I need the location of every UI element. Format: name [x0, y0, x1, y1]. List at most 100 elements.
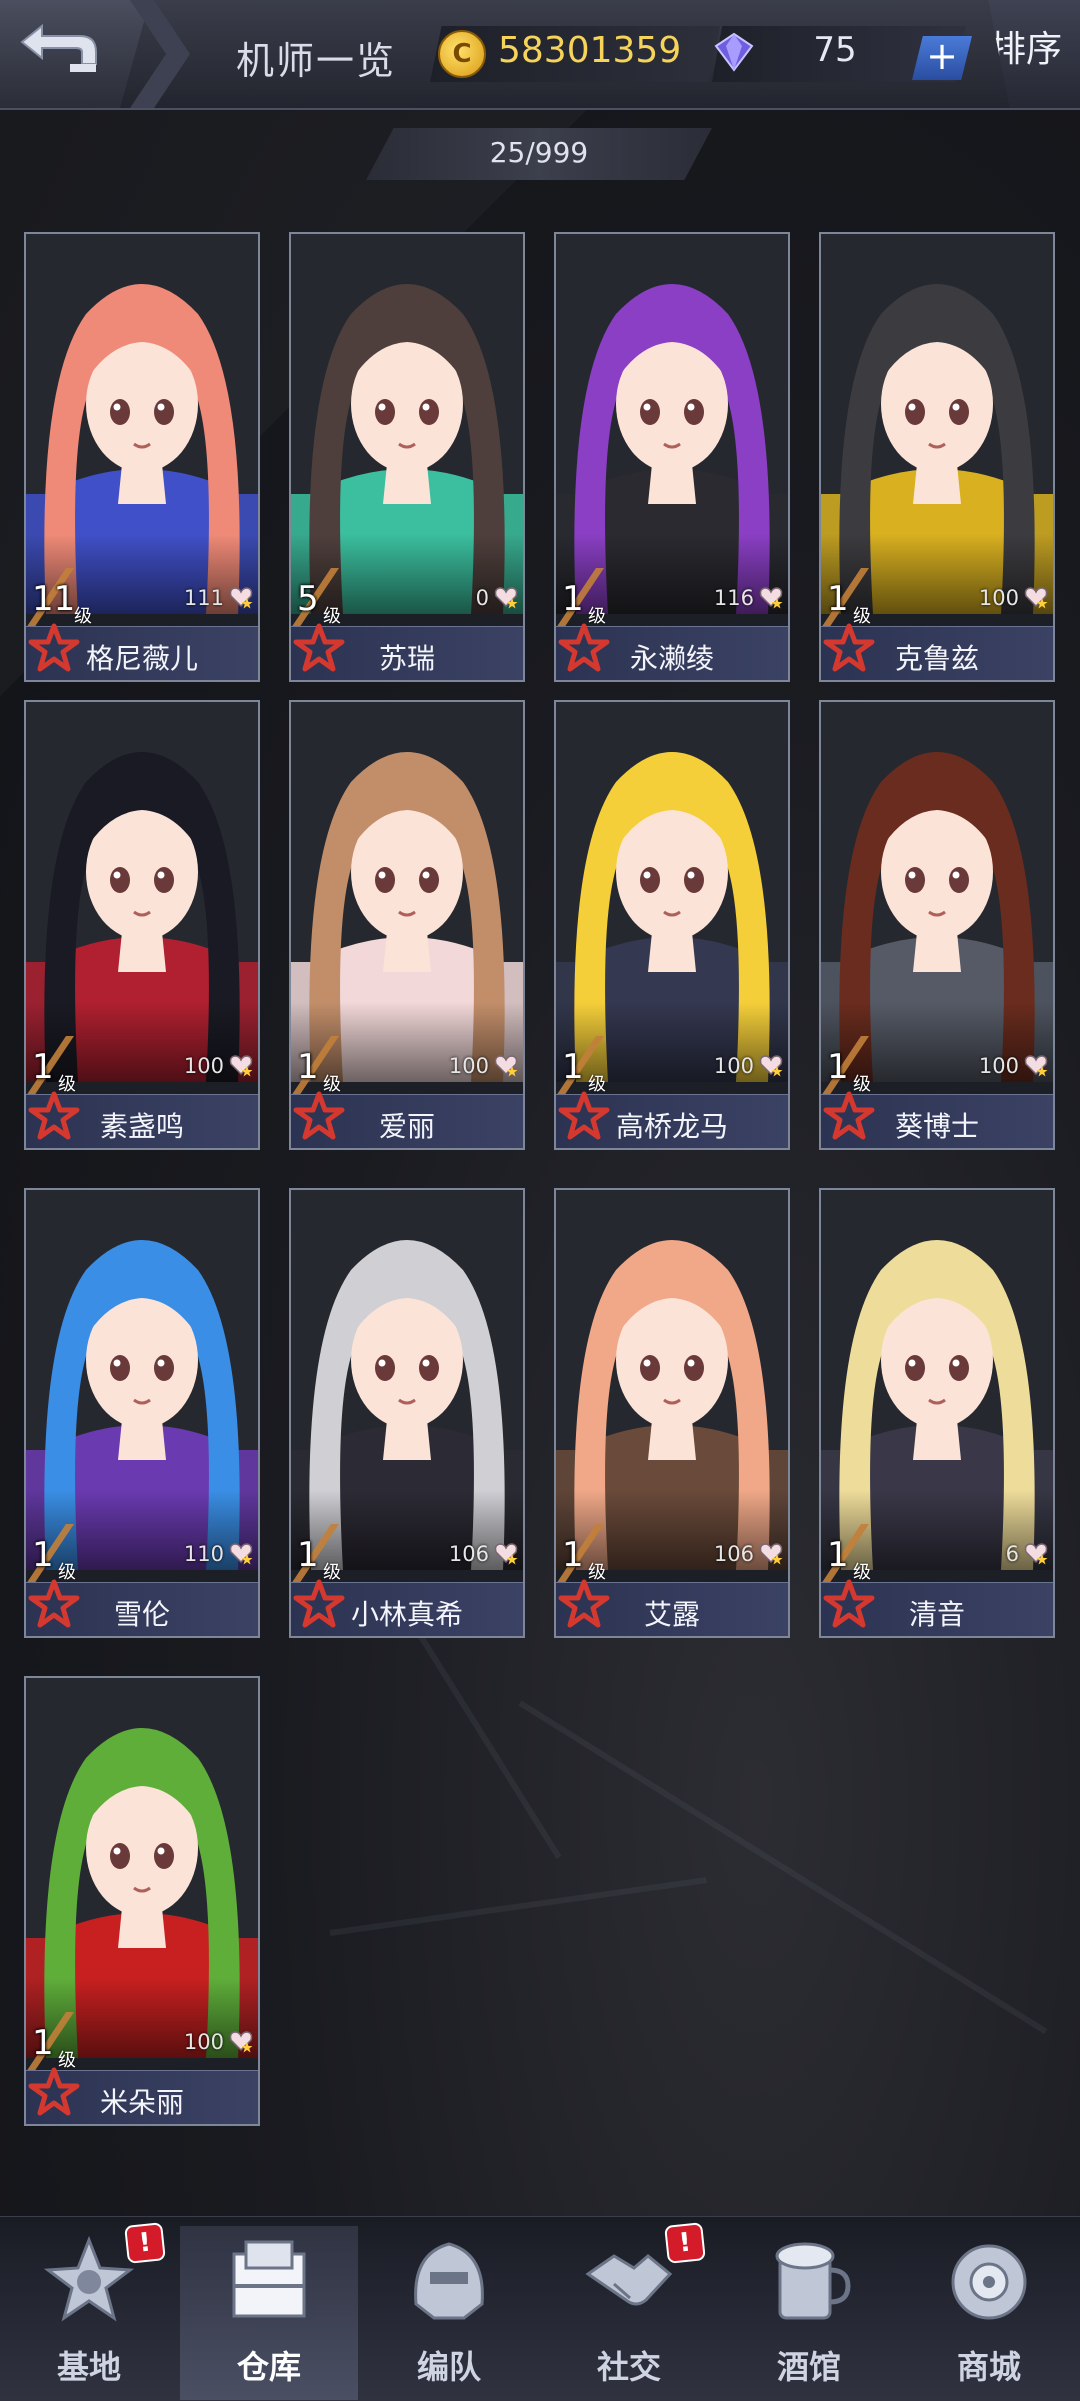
pilot-affection: 100 [183, 1054, 224, 1078]
pilot-affection: 100 [978, 1054, 1019, 1078]
pilot-card[interactable]: 1 级 100 高桥龙马 [554, 700, 790, 1150]
pilot-portrait [291, 1190, 523, 1570]
pilot-level: 1 [32, 1047, 54, 1087]
pilot-card[interactable]: 1 级 6 清音 [819, 1188, 1055, 1638]
star-rank-icon [293, 623, 345, 672]
nav-item[interactable]: 基地! [0, 2224, 178, 2400]
pilot-card[interactable]: 1 级 110 雪伦 [24, 1188, 260, 1638]
pilot-level: 1 [32, 2023, 54, 2063]
affection-heart-icon [229, 1543, 253, 1565]
pilot-card[interactable]: 1 级 100 克鲁兹 [819, 232, 1055, 682]
pilot-affection: 100 [978, 586, 1019, 610]
affection-heart-icon [1024, 1543, 1048, 1565]
nav-label: 仓库 [236, 2348, 301, 2386]
star-rank-icon [558, 1579, 610, 1628]
star-rank-icon [28, 2067, 80, 2116]
gem-balance: 75 [813, 30, 857, 70]
pilot-affection: 106 [448, 1542, 489, 1566]
pilot-card[interactable]: 1 级 100 米朵丽 [24, 1676, 260, 2126]
nav-label: 基地 [56, 2348, 121, 2386]
pilot-card[interactable]: 1 级 106 小林真希 [289, 1188, 525, 1638]
tavern-icon [775, 2242, 851, 2320]
affection-heart-icon [1024, 1055, 1048, 1077]
shop-icon [951, 2244, 1027, 2320]
nav-label: 编队 [416, 2348, 481, 2386]
handshake-icon [585, 2254, 673, 2306]
pilot-portrait [26, 1190, 258, 1570]
pilot-level: 11 [32, 579, 76, 619]
pilot-level: 1 [827, 1047, 849, 1087]
pilot-card[interactable]: 5 级 0 苏瑞 [289, 232, 525, 682]
pilot-level: 1 [562, 1047, 584, 1087]
pilot-affection: 116 [713, 586, 754, 610]
star-rank-icon [558, 623, 610, 672]
pilot-level: 1 [827, 1535, 849, 1575]
warehouse-icon [232, 2240, 306, 2318]
pilot-level: 1 [827, 579, 849, 619]
pilot-affection: 0 [475, 586, 489, 610]
pilot-portrait [26, 702, 258, 1082]
pilot-portrait [556, 702, 788, 1082]
pilot-portrait [291, 234, 523, 614]
star-rank-icon [823, 1091, 875, 1140]
pilot-affection: 100 [448, 1054, 489, 1078]
affection-heart-icon [494, 587, 518, 609]
pilot-portrait [821, 234, 1053, 614]
star-rank-icon [823, 1579, 875, 1628]
nav-item[interactable]: 仓库 [180, 2226, 358, 2400]
pilot-portrait [821, 702, 1053, 1082]
star-rank-icon [28, 623, 80, 672]
affection-heart-icon [229, 1055, 253, 1077]
pilot-level: 1 [562, 1535, 584, 1575]
affection-heart-icon [229, 2031, 253, 2053]
pilot-level: 5 [297, 579, 319, 619]
pilot-portrait [26, 234, 258, 614]
pilot-card[interactable]: 1 级 100 素盏鸣 [24, 700, 260, 1150]
affection-heart-icon [759, 587, 783, 609]
alert-badge: ! [126, 2224, 164, 2262]
pilot-portrait [556, 1190, 788, 1570]
pilot-portrait [291, 702, 523, 1082]
page-title: 机师一览 [236, 39, 397, 83]
star-rank-icon [558, 1091, 610, 1140]
base-icon [44, 2235, 134, 2322]
pilot-affection: 111 [183, 586, 224, 610]
affection-heart-icon [759, 1055, 783, 1077]
pilot-affection: 100 [713, 1054, 754, 1078]
affection-heart-icon [229, 587, 253, 609]
star-rank-icon [293, 1579, 345, 1628]
pilot-portrait [26, 1678, 258, 2058]
pilot-card[interactable]: 11 级 111 格尼薇儿 [24, 232, 260, 682]
nav-item[interactable]: 商城 [900, 2226, 1078, 2400]
nav-label: 社交 [596, 2348, 661, 2386]
star-rank-icon [823, 623, 875, 672]
back-arrow-icon [20, 23, 97, 72]
nav-item[interactable]: 社交! [540, 2224, 718, 2400]
affection-heart-icon [1024, 587, 1048, 609]
affection-heart-icon [759, 1543, 783, 1565]
mech-helmet-icon [414, 2242, 484, 2320]
pilot-card[interactable]: 1 级 106 艾露 [554, 1188, 790, 1638]
nav-item[interactable]: 酒馆 [720, 2226, 898, 2400]
pilot-portrait [821, 1190, 1053, 1570]
pilot-level: 1 [32, 1535, 54, 1575]
pilot-card[interactable]: 1 级 100 葵博士 [819, 700, 1055, 1150]
nav-item[interactable]: 编队 [360, 2226, 538, 2400]
pilot-portrait [556, 234, 788, 614]
pilot-level: 1 [562, 579, 584, 619]
nav-label: 商城 [956, 2348, 1021, 2386]
pilot-affection: 110 [183, 1542, 224, 1566]
pilot-affection: 6 [1005, 1542, 1019, 1566]
affection-heart-icon [494, 1543, 518, 1565]
roster-count: 25/999 [489, 136, 589, 169]
affection-heart-icon [494, 1055, 518, 1077]
diamond-icon [714, 32, 754, 72]
star-rank-icon [28, 1579, 80, 1628]
pilot-card[interactable]: 1 级 116 永濑绫 [554, 232, 790, 682]
pilot-level: 1 [297, 1047, 319, 1087]
coin-icon: C [438, 30, 486, 78]
pilot-card[interactable]: 1 级 100 爱丽 [289, 700, 525, 1150]
nav-label: 酒馆 [776, 2348, 841, 2386]
alert-badge: ! [666, 2224, 704, 2262]
star-rank-icon [293, 1091, 345, 1140]
